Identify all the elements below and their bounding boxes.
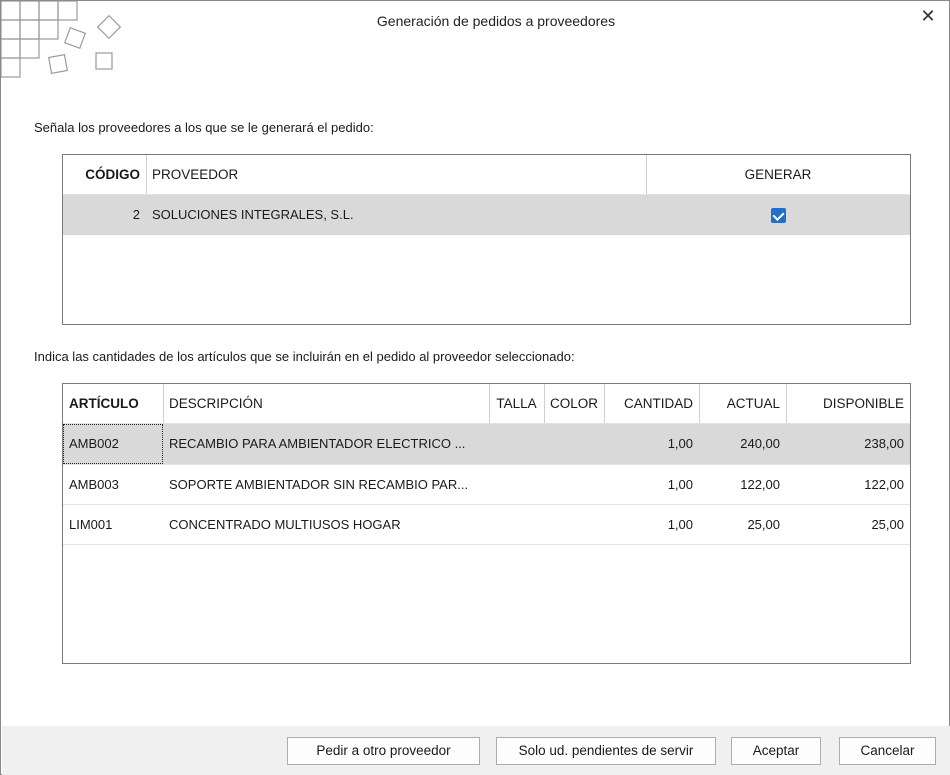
table-row[interactable]: 2 SOLUCIONES INTEGRALES, S.L. — [63, 195, 910, 235]
cancel-button[interactable]: Cancelar — [839, 737, 936, 765]
article-code[interactable]: AMB002 — [63, 424, 163, 464]
table-row[interactable]: AMB003 SOPORTE AMBIENTADOR SIN RECAMBIO … — [63, 465, 910, 505]
article-quantity[interactable]: 1,00 — [604, 424, 699, 464]
articles-grid: ARTÍCULO DESCRIPCIÓN TALLA COLOR CANTIDA… — [62, 383, 911, 664]
header-code[interactable]: CÓDIGO — [63, 155, 146, 195]
header-supplier[interactable]: PROVEEDOR — [146, 155, 646, 195]
header-size[interactable]: TALLA — [489, 384, 544, 424]
article-current: 25,00 — [747, 517, 780, 532]
close-icon[interactable]: ✕ — [917, 5, 939, 27]
dialog-window: Generación de pedidos a proveedores ✕ Se… — [0, 0, 950, 775]
header-current[interactable]: ACTUAL — [699, 384, 786, 424]
generate-checkbox[interactable] — [770, 208, 786, 224]
articles-header-row: ARTÍCULO DESCRIPCIÓN TALLA COLOR CANTIDA… — [63, 384, 910, 424]
article-size — [489, 424, 544, 464]
generate-cell — [646, 195, 910, 235]
article-quantity[interactable]: 1,00 — [604, 505, 699, 545]
article-available: 25,00 — [871, 517, 904, 532]
table-row[interactable]: AMB002 RECAMBIO PARA AMBIENTADOR ELECTRI… — [63, 424, 910, 464]
articles-label: Indica las cantidades de los artículos q… — [34, 349, 575, 364]
supplier-code: 2 — [132, 207, 140, 222]
table-row[interactable]: LIM001 CONCENTRADO MULTIUSOS HOGAR 1,00 … — [63, 505, 910, 545]
suppliers-grid: CÓDIGO PROVEEDOR GENERAR 2 SOLUCIONES IN… — [62, 154, 911, 325]
pending-only-button[interactable]: Solo ud. pendientes de servir — [496, 737, 716, 765]
article-color — [544, 465, 604, 505]
header-generate[interactable]: GENERAR — [646, 155, 910, 195]
article-size — [489, 465, 544, 505]
header-color[interactable]: COLOR — [544, 384, 604, 424]
article-quantity[interactable]: 1,00 — [604, 465, 699, 505]
supplier-name: SOLUCIONES INTEGRALES, S.L. — [152, 207, 354, 222]
article-size — [489, 505, 544, 545]
article-available: 238,00 — [864, 436, 904, 451]
article-color — [544, 505, 604, 545]
suppliers-header-row: CÓDIGO PROVEEDOR GENERAR — [63, 155, 910, 195]
suppliers-label: Señala los proveedores a los que se le g… — [34, 120, 374, 135]
article-description: RECAMBIO PARA AMBIENTADOR ELECTRICO ... — [169, 436, 466, 451]
dialog-title: Generación de pedidos a proveedores — [376, 13, 616, 29]
order-other-supplier-button[interactable]: Pedir a otro proveedor — [287, 737, 480, 765]
article-description: SOPORTE AMBIENTADOR SIN RECAMBIO PAR... — [169, 477, 469, 492]
accept-button[interactable]: Aceptar — [731, 737, 821, 765]
header-description[interactable]: DESCRIPCIÓN — [163, 384, 489, 424]
header-available[interactable]: DISPONIBLE — [786, 384, 910, 424]
article-available: 122,00 — [864, 477, 904, 492]
article-current: 240,00 — [740, 436, 780, 451]
article-current: 122,00 — [740, 477, 780, 492]
article-code[interactable]: AMB003 — [63, 465, 163, 505]
header-quantity[interactable]: CANTIDAD — [604, 384, 699, 424]
article-color — [544, 424, 604, 464]
header-article[interactable]: ARTÍCULO — [63, 384, 163, 424]
article-code[interactable]: LIM001 — [63, 505, 163, 545]
article-description: CONCENTRADO MULTIUSOS HOGAR — [169, 517, 401, 532]
